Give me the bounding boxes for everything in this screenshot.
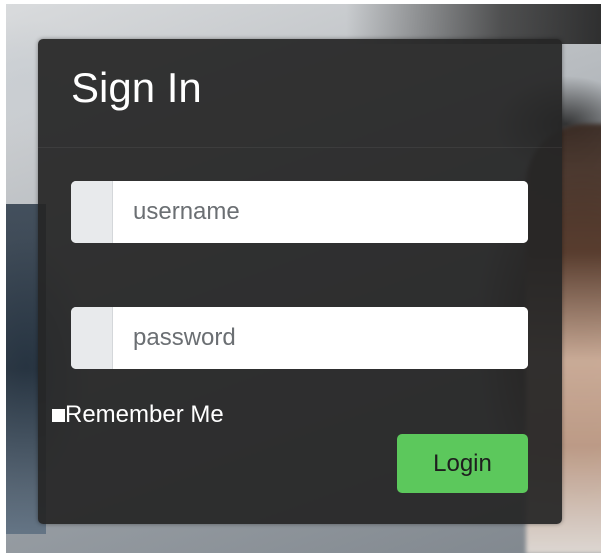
signin-panel: Sign In Remember Me Login xyxy=(38,39,562,524)
remember-me[interactable]: Remember Me xyxy=(52,400,224,430)
panel-header: Sign In xyxy=(38,39,562,148)
background-shadow xyxy=(346,4,601,44)
login-button[interactable]: Login xyxy=(397,434,528,493)
remember-me-checkbox[interactable] xyxy=(52,408,65,422)
password-input-group xyxy=(71,307,528,369)
page-title: Sign In xyxy=(71,64,202,111)
username-input[interactable] xyxy=(113,181,528,243)
login-screen: Sign In Remember Me Login xyxy=(0,0,603,557)
remember-me-label: Remember Me xyxy=(65,401,224,428)
lock-icon xyxy=(71,307,113,369)
user-icon xyxy=(71,181,113,243)
username-input-group xyxy=(71,181,528,243)
password-input[interactable] xyxy=(113,307,528,369)
